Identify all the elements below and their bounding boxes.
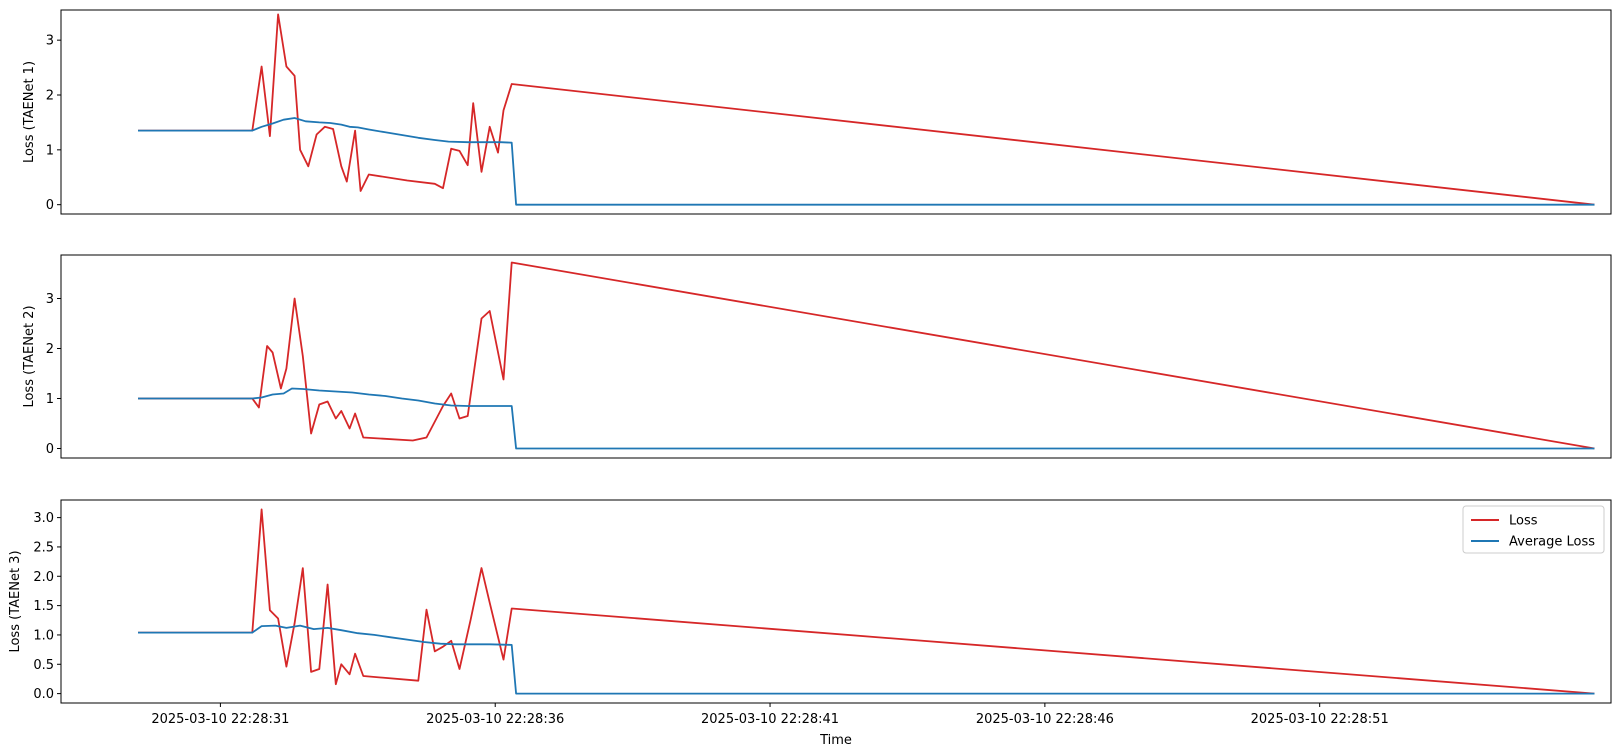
y-tick-label-panel-3: 1.0 bbox=[33, 628, 54, 643]
loss-chart-figure: 0 1 2 3 Loss (TAENet 1) 0 1 2 3 Loss (TAENet 2) 0.… bbox=[0, 0, 1621, 756]
y-tick-label-panel-3: 2.0 bbox=[33, 570, 54, 585]
y-tick-label-panel-3: 0.0 bbox=[33, 687, 54, 702]
y-tick-label-panel-2: 3 bbox=[46, 292, 54, 307]
y-tick-label-panel-1: 2 bbox=[46, 89, 54, 104]
y-axis-label-panel-2: Loss (TAENet 2) bbox=[22, 305, 37, 407]
x-tick-label: 2025-03-10 22:28:36 bbox=[426, 712, 564, 727]
y-tick-label-panel-1: 1 bbox=[46, 143, 54, 158]
y-tick-label-panel-3: 2.5 bbox=[33, 540, 54, 555]
y-tick-label-panel-2: 0 bbox=[46, 442, 54, 457]
y-tick-label-panel-2: 1 bbox=[46, 392, 54, 407]
y-tick-label-panel-1: 0 bbox=[46, 198, 54, 213]
legend: Loss Average Loss bbox=[1462, 505, 1605, 554]
x-tick-label: 2025-03-10 22:28:31 bbox=[151, 712, 289, 727]
x-tick-label: 2025-03-10 22:28:46 bbox=[976, 712, 1114, 727]
y-tick-label-panel-3: 1.5 bbox=[33, 599, 54, 614]
legend-label-loss: Loss bbox=[1509, 514, 1538, 529]
x-axis-label: Time bbox=[819, 733, 852, 748]
figure-background bbox=[0, 0, 1621, 756]
x-tick-label: 2025-03-10 22:28:41 bbox=[701, 712, 839, 727]
y-axis-label-panel-3: Loss (TAENet 3) bbox=[8, 550, 23, 652]
y-tick-label-panel-2: 2 bbox=[46, 342, 54, 357]
y-tick-label-panel-1: 3 bbox=[46, 34, 54, 49]
legend-label-average-loss: Average Loss bbox=[1509, 535, 1595, 550]
y-tick-label-panel-3: 0.5 bbox=[33, 658, 54, 673]
y-tick-label-panel-3: 3.0 bbox=[33, 511, 54, 526]
x-tick-label: 2025-03-10 22:28:51 bbox=[1251, 712, 1389, 727]
y-axis-label-panel-1: Loss (TAENet 1) bbox=[22, 61, 37, 163]
